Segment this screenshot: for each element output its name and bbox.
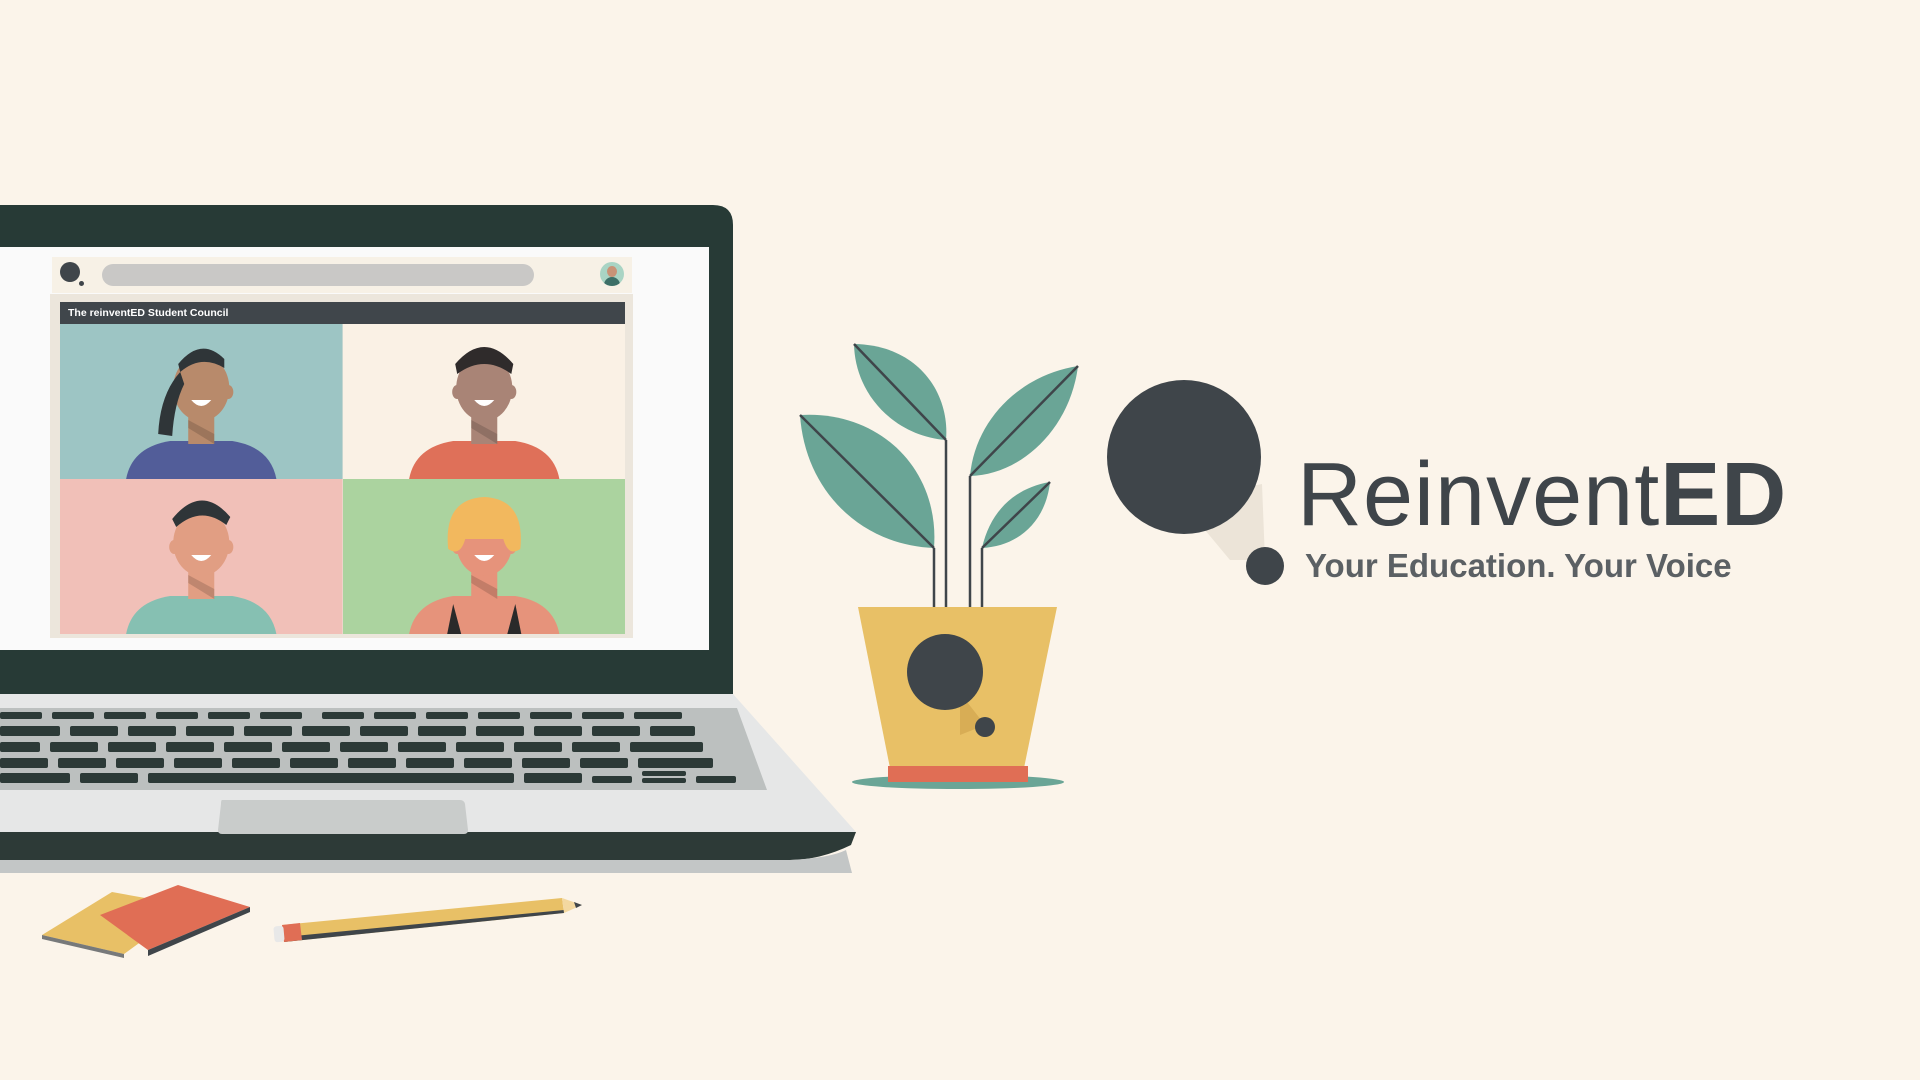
call-title: The reinventED Student Council — [60, 302, 625, 324]
app-logo-icon — [60, 262, 80, 282]
brand-tagline: Your Education. Your Voice — [1305, 547, 1732, 584]
participant-avatar-participant-3 — [60, 479, 343, 634]
participant-avatar-participant-1 — [60, 324, 343, 479]
illustration-scene: The reinventED Student Council ReinventE… — [0, 0, 1920, 1080]
browser-toolbar — [52, 257, 632, 293]
app-logo-dot-icon — [79, 281, 84, 286]
brand-name-regular: Reinvent — [1297, 445, 1661, 545]
address-bar[interactable] — [102, 264, 534, 286]
video-grid — [60, 324, 625, 634]
trackpad — [218, 800, 468, 834]
video-tile-participant-1[interactable] — [60, 324, 343, 479]
profile-avatar[interactable] — [600, 262, 624, 286]
video-tile-participant-3[interactable] — [60, 479, 343, 634]
brand-name-bold: ED — [1660, 445, 1788, 545]
video-call-window: The reinventED Student Council — [50, 294, 633, 638]
participant-avatar-participant-2 — [342, 324, 625, 479]
pot-saucer — [888, 766, 1028, 782]
laptop-screen: The reinventED Student Council — [0, 247, 709, 650]
logo-mark — [1107, 380, 1284, 585]
laptop-base-edge — [0, 832, 856, 860]
participant-avatar-participant-4 — [342, 479, 625, 634]
video-tile-participant-4[interactable] — [342, 479, 625, 634]
brand-name: ReinventED — [1297, 440, 1787, 550]
plant — [799, 343, 1079, 789]
pencil — [273, 898, 582, 943]
video-tile-participant-2[interactable] — [342, 324, 625, 479]
